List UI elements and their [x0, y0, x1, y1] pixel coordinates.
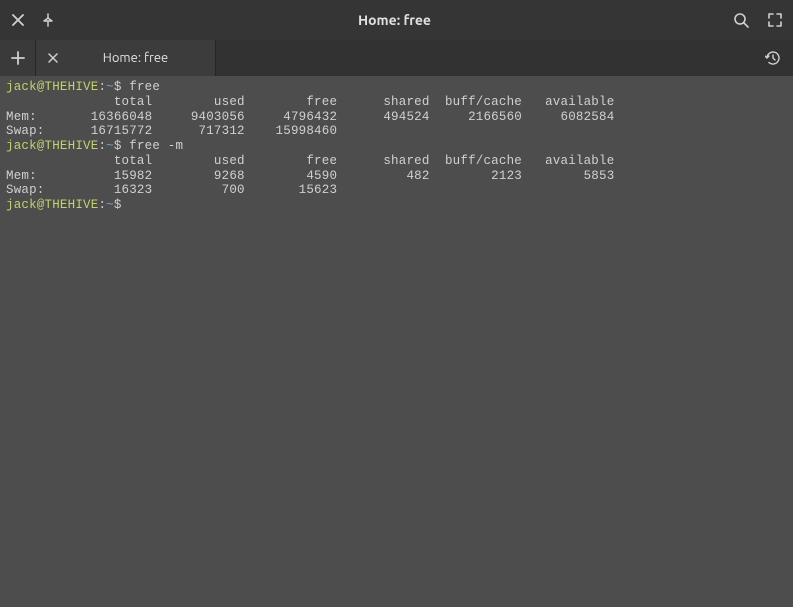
prompt-path: ~ [106, 80, 114, 94]
titlebar-left-controls [10, 12, 56, 28]
history-button[interactable] [753, 40, 793, 76]
tab-label: Home: free [68, 51, 203, 65]
command-text: free -m [129, 139, 183, 153]
output-row: Mem: 16366048 9403056 4796432 494524 216… [6, 110, 614, 124]
output-row: Swap: 16715772 717312 15998460 [6, 124, 337, 138]
prompt-host: THEHIVE [45, 80, 99, 94]
prompt-at: @ [37, 198, 45, 212]
close-icon [48, 53, 58, 63]
prompt-user: jack [6, 139, 37, 153]
terminal-tab[interactable]: Home: free [36, 40, 216, 76]
prompt-colon: : [98, 198, 106, 212]
output-row: Mem: 15982 9268 4590 482 2123 5853 [6, 169, 614, 183]
prompt-at: @ [37, 139, 45, 153]
plus-icon [11, 51, 25, 65]
expand-icon [768, 13, 782, 27]
prompt-colon: : [98, 80, 106, 94]
prompt-symbol: $ [114, 80, 122, 94]
close-icon [12, 14, 24, 26]
prompt-path: ~ [106, 139, 114, 153]
output-row: Swap: 16323 700 15623 [6, 183, 337, 197]
tab-close-button[interactable] [48, 53, 58, 63]
search-icon [733, 12, 749, 28]
prompt-host: THEHIVE [45, 139, 99, 153]
prompt-at: @ [37, 80, 45, 94]
search-button[interactable] [733, 12, 749, 28]
prompt-host: THEHIVE [45, 198, 99, 212]
pin-window-button[interactable] [40, 12, 56, 28]
maximize-button[interactable] [767, 12, 783, 28]
pin-icon [42, 13, 54, 27]
tab-bar: Home: free [0, 40, 793, 76]
prompt-user: jack [6, 198, 37, 212]
prompt-user: jack [6, 80, 37, 94]
prompt-symbol: $ [114, 139, 122, 153]
prompt-colon: : [98, 139, 106, 153]
prompt-path: ~ [106, 198, 114, 212]
history-icon [765, 50, 781, 66]
output-header: total used free shared buff/cache availa… [6, 154, 614, 168]
prompt-symbol: $ [114, 198, 122, 212]
output-header: total used free shared buff/cache availa… [6, 95, 614, 109]
close-window-button[interactable] [10, 12, 26, 28]
new-tab-button[interactable] [0, 40, 36, 76]
tab-bar-spacer [216, 40, 753, 76]
titlebar-right-controls [733, 12, 783, 28]
terminal-output[interactable]: jack@THEHIVE:~$ free total used free sha… [0, 76, 793, 217]
window-titlebar: Home: free [0, 0, 793, 40]
window-title: Home: free [68, 12, 721, 28]
command-text: free [129, 80, 160, 94]
cursor [122, 198, 130, 212]
